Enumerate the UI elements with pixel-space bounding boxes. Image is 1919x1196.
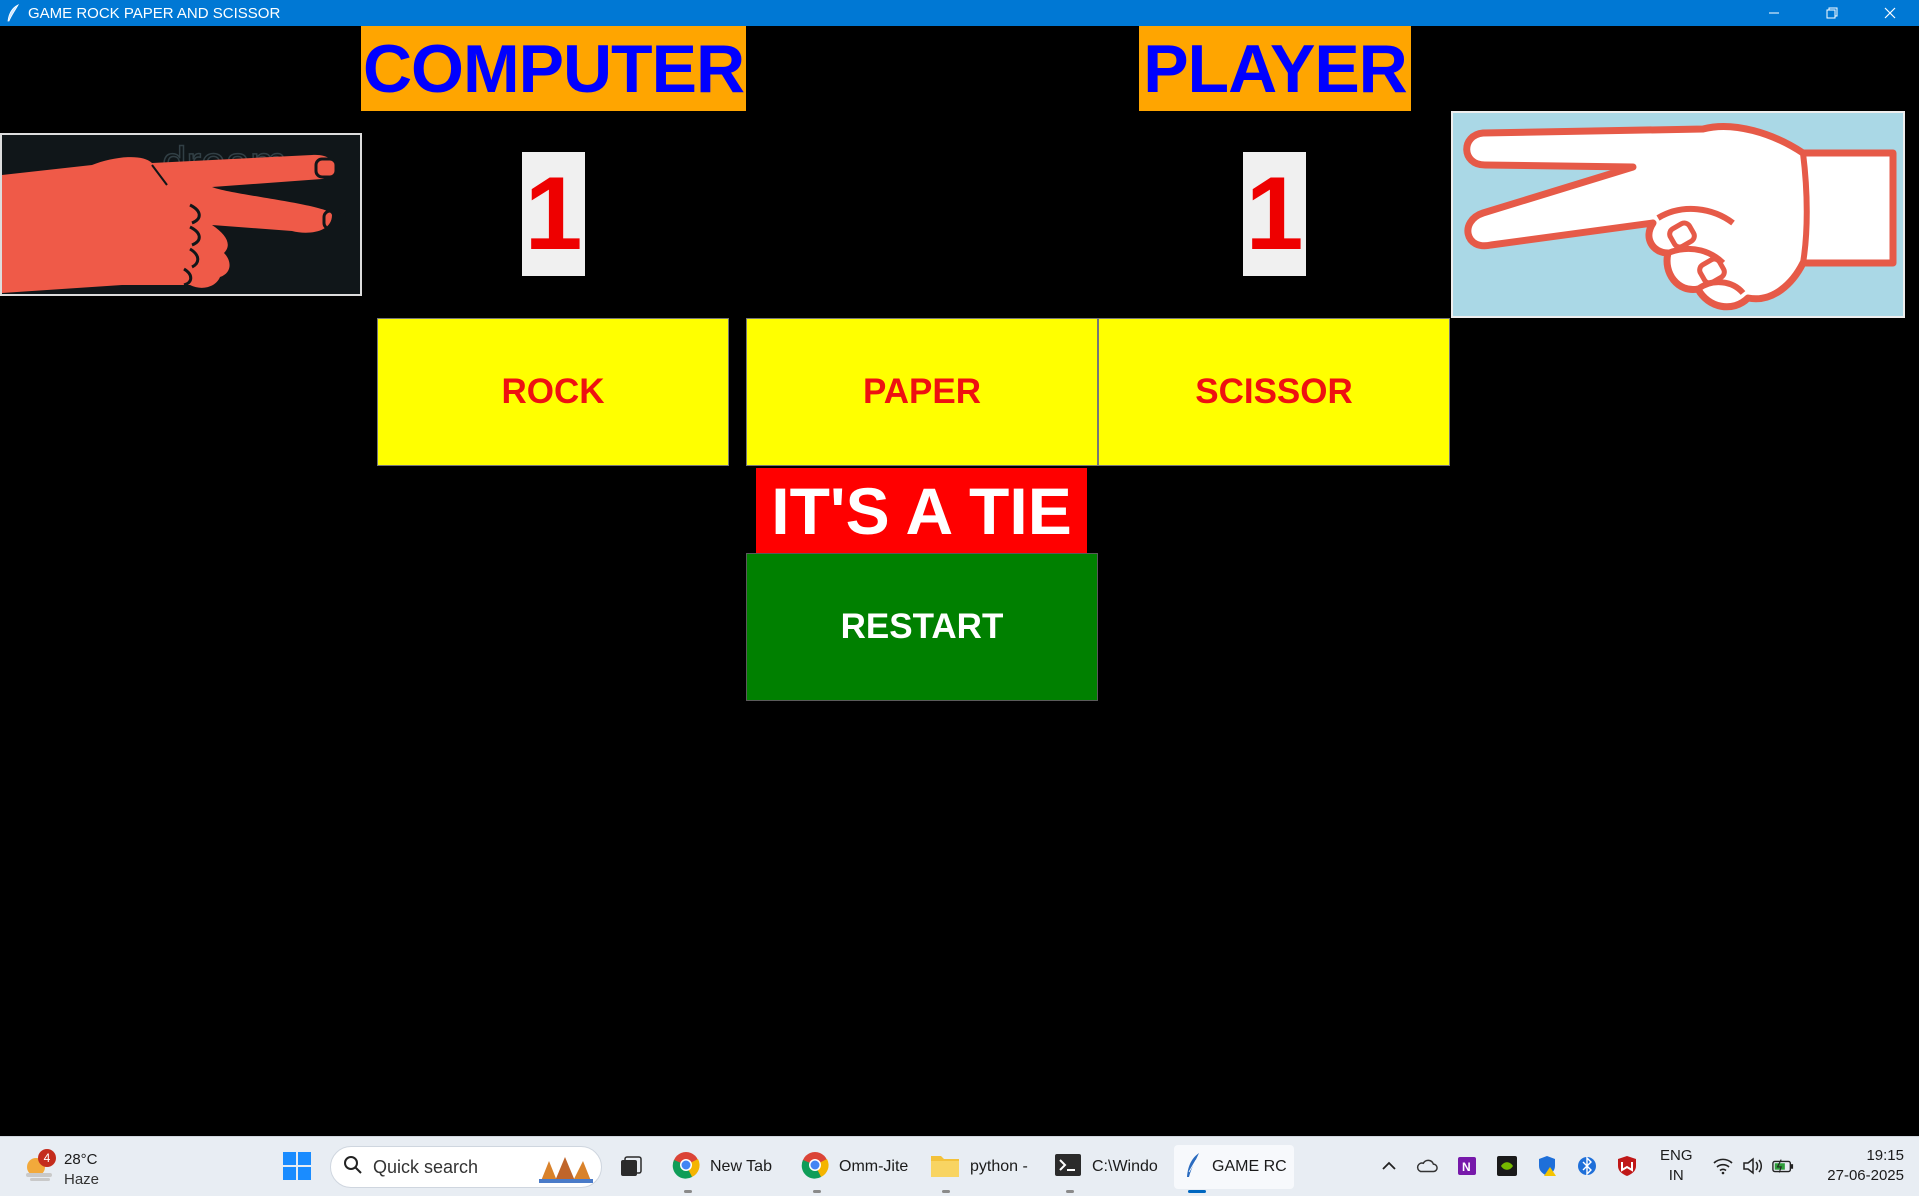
chevron-up-icon[interactable] xyxy=(1378,1155,1400,1177)
system-clock[interactable]: 19:15 27-06-2025 xyxy=(1814,1146,1904,1186)
running-indicator xyxy=(1066,1190,1074,1193)
taskbar-app-label: New Tab xyxy=(710,1158,772,1175)
taskbar-app-label: GAME RC xyxy=(1212,1158,1287,1175)
chrome-icon xyxy=(801,1151,829,1184)
taskbar-app-game[interactable]: GAME RC xyxy=(1174,1145,1294,1193)
window-title: GAME ROCK PAPER AND SCISSOR xyxy=(28,4,281,22)
minimize-icon[interactable] xyxy=(1745,0,1803,26)
window-controls xyxy=(1745,0,1919,26)
computer-score: 1 xyxy=(522,152,585,276)
active-indicator xyxy=(1188,1190,1206,1193)
folder-icon xyxy=(930,1152,960,1183)
search-highlight-icon xyxy=(537,1153,595,1188)
weather-condition: Haze xyxy=(64,1171,100,1188)
task-view-icon[interactable] xyxy=(618,1145,644,1189)
computer-hand-image: dream xyxy=(0,133,362,296)
taskbar-app-label: python - xyxy=(970,1158,1028,1175)
battery-icon[interactable] xyxy=(1772,1155,1794,1177)
terminal-icon xyxy=(1054,1153,1082,1182)
wifi-icon[interactable] xyxy=(1712,1155,1734,1177)
computer-heading: COMPUTER xyxy=(361,26,746,111)
search-placeholder: Quick search xyxy=(373,1156,479,1177)
mcafee-icon[interactable] xyxy=(1616,1155,1638,1177)
chrome-icon xyxy=(672,1151,700,1184)
clock-time: 19:15 xyxy=(1866,1147,1904,1164)
taskbar-app-python[interactable]: python - xyxy=(930,1145,1030,1193)
search-icon xyxy=(343,1155,363,1180)
taskbar: 4 28°C Haze Quick search New Tab Omm-Jit… xyxy=(0,1136,1919,1196)
taskbar-search[interactable]: Quick search xyxy=(330,1146,602,1188)
language-line1: ENG xyxy=(1660,1147,1693,1164)
window-titlebar: GAME ROCK PAPER AND SCISSOR xyxy=(0,0,1919,26)
paper-button[interactable]: PAPER xyxy=(746,318,1098,466)
security-warning-icon[interactable] xyxy=(1536,1155,1558,1177)
running-indicator xyxy=(813,1190,821,1193)
player-heading: PLAYER xyxy=(1139,26,1411,111)
running-indicator xyxy=(684,1190,692,1193)
result-label: IT'S A TIE xyxy=(756,468,1087,553)
restore-icon[interactable] xyxy=(1803,0,1861,26)
feather-icon xyxy=(0,0,26,26)
taskbar-app-new-tab[interactable]: New Tab xyxy=(672,1145,782,1193)
rock-button[interactable]: ROCK xyxy=(377,318,729,466)
taskbar-app-label: Omm-Jite xyxy=(839,1158,909,1175)
scissor-button[interactable]: SCISSOR xyxy=(1098,318,1450,466)
player-hand-image xyxy=(1451,111,1905,318)
taskbar-app-label: C:\Windo xyxy=(1092,1158,1158,1175)
running-indicator xyxy=(942,1190,950,1193)
close-icon[interactable] xyxy=(1861,0,1919,26)
bluetooth-icon[interactable] xyxy=(1576,1155,1598,1177)
nvidia-icon[interactable] xyxy=(1496,1155,1518,1177)
onenote-icon[interactable]: N xyxy=(1456,1155,1478,1177)
clock-date: 27-06-2025 xyxy=(1827,1167,1904,1184)
language-line2: IN xyxy=(1668,1167,1684,1184)
taskbar-app-terminal[interactable]: C:\Windo xyxy=(1054,1145,1158,1193)
svg-text:N: N xyxy=(1462,1160,1471,1174)
taskbar-app-omm-jite[interactable]: Omm-Jite xyxy=(801,1145,909,1193)
weather-widget[interactable]: 4 28°C Haze xyxy=(20,1145,110,1189)
volume-icon[interactable] xyxy=(1742,1155,1764,1177)
weather-temp: 28°C xyxy=(64,1151,98,1168)
windows-start-icon[interactable] xyxy=(282,1151,312,1181)
restart-button[interactable]: RESTART xyxy=(746,553,1098,701)
weather-badge: 4 xyxy=(38,1149,56,1167)
language-indicator[interactable]: ENG IN xyxy=(1660,1146,1693,1186)
player-score: 1 xyxy=(1243,152,1306,276)
feather-icon xyxy=(1184,1152,1202,1183)
onedrive-icon[interactable] xyxy=(1416,1155,1438,1177)
